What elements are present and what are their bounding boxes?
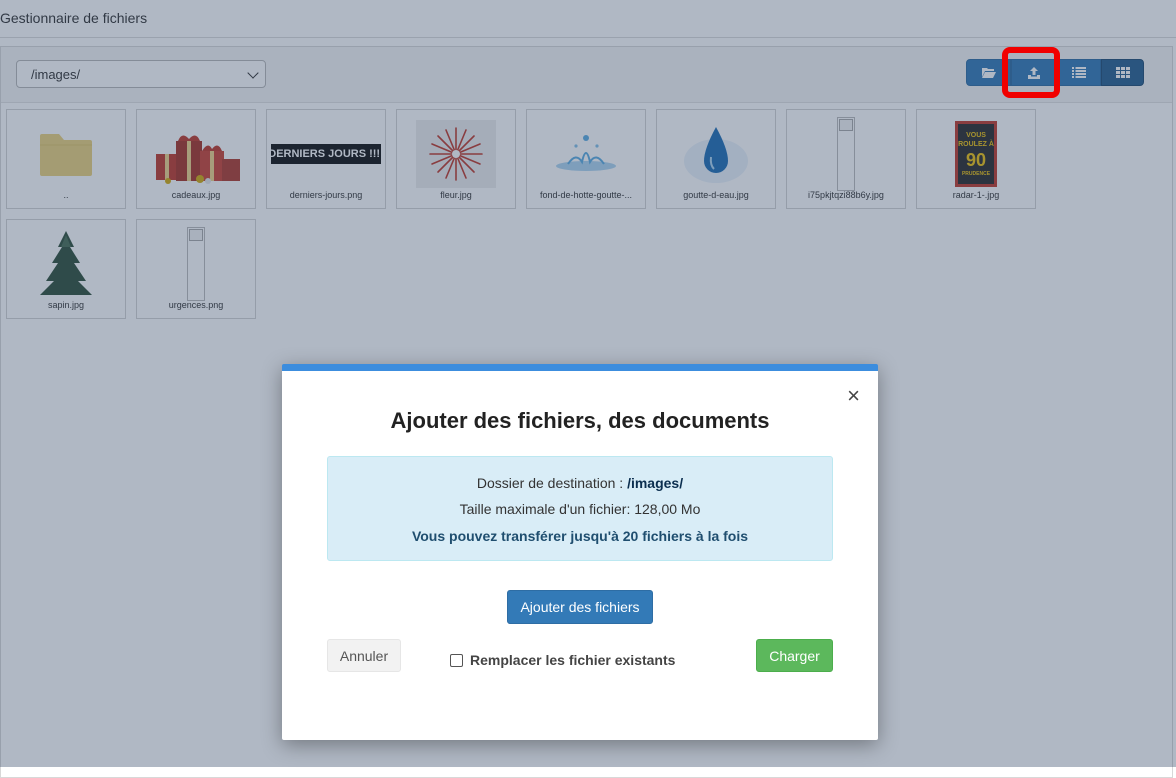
upload-button-annotation <box>1002 47 1060 98</box>
dialog-title: Ajouter des fichiers, des documents <box>390 408 770 433</box>
replace-existing-checkbox[interactable] <box>450 653 463 667</box>
destination-line: Dossier de destination : /images/ <box>328 475 832 491</box>
replace-existing-option[interactable]: Remplacer les fichier existants <box>450 652 675 668</box>
destination-value: /images/ <box>627 475 684 491</box>
upload-info-box: Dossier de destination : /images/ Taille… <box>327 456 833 561</box>
add-files-button[interactable]: Ajouter des fichiers <box>507 590 653 624</box>
destination-label: Dossier de destination : <box>476 475 628 491</box>
file-limit-notice: Vous pouvez transférer jusqu'à 20 fichie… <box>411 528 749 544</box>
max-size-line: Taille maximale d'un fichier: 128,00 Mo <box>459 501 701 517</box>
upload-submit-button[interactable]: Charger <box>756 639 833 672</box>
cancel-button[interactable]: Annuler <box>327 639 401 672</box>
upload-dialog: × Ajouter des fichiers, des documents Do… <box>282 364 878 740</box>
replace-existing-label[interactable]: Remplacer les fichier existants <box>470 652 675 668</box>
close-icon[interactable]: × <box>847 385 860 407</box>
